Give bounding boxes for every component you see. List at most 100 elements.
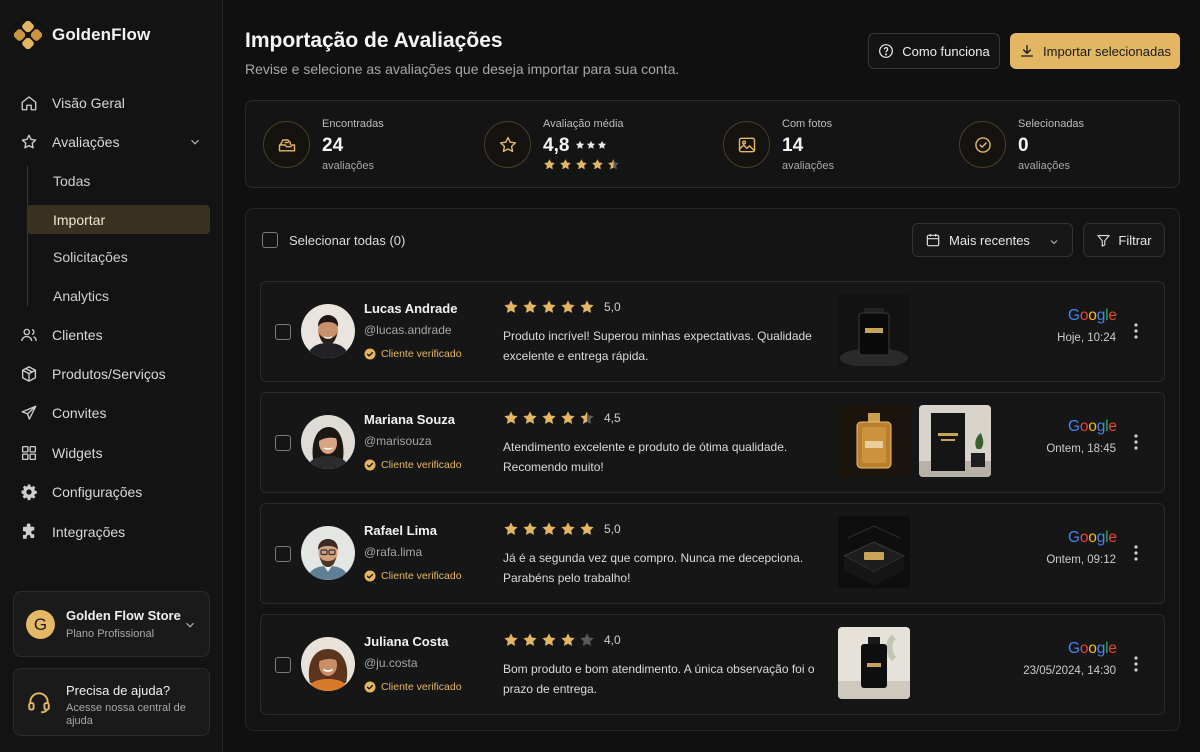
send-icon (20, 404, 38, 422)
verified-badge: Cliente verificado (364, 570, 462, 582)
rating-score: 4,5 (604, 411, 621, 425)
star-icon (579, 632, 595, 648)
star-icon (503, 521, 519, 537)
stat-unit: avaliações (322, 160, 374, 172)
more-options-icon[interactable] (1134, 323, 1138, 339)
sidebar-item-widgets[interactable]: Widgets (12, 438, 210, 468)
download-icon (1019, 43, 1035, 59)
sidebar-item-label: Configurações (52, 484, 143, 500)
verified-label: Cliente verificado (381, 570, 462, 582)
import-selected-button[interactable]: Importar selecionadas (1010, 33, 1180, 69)
sidebar-item-label: Clientes (52, 327, 103, 343)
star-icon (20, 133, 38, 151)
review-photo[interactable] (838, 627, 910, 699)
reviewer-handle: @lucas.andrade (364, 323, 452, 337)
sidebar-item-visao-geral[interactable]: Visão Geral (12, 88, 210, 118)
chevron-down-icon (1048, 236, 1060, 248)
sidebar-item-configuracoes[interactable]: Configurações (12, 477, 210, 507)
stats-bar: Encontradas 24 avaliações Avaliação médi… (245, 100, 1180, 188)
review-checkbox[interactable] (275, 435, 291, 451)
star-icon (541, 299, 557, 315)
more-options-icon[interactable] (1134, 656, 1138, 672)
verified-label: Cliente verificado (381, 348, 462, 360)
star-icon (503, 410, 519, 426)
sort-dropdown[interactable]: Mais recentes (912, 223, 1073, 257)
stars (503, 410, 595, 426)
store-avatar: G (26, 610, 55, 639)
sidebar: GoldenFlow Visão Geral Avaliações Todas … (0, 0, 223, 752)
sidebar-item-integracoes[interactable]: Integrações (12, 517, 210, 547)
reviewer-name: Mariana Souza (364, 412, 456, 427)
sidebar-item-label: Integrações (52, 524, 126, 540)
sidebar-item-label: Visão Geral (52, 95, 125, 111)
sidebar-item-label: Avaliações (52, 134, 120, 150)
sidebar-item-label: Widgets (52, 445, 103, 461)
stat-label: Selecionadas (1018, 118, 1085, 130)
more-options-icon[interactable] (1134, 434, 1138, 450)
star-icon (560, 299, 576, 315)
stat-value: 0 (1018, 135, 1029, 156)
grid-icon (20, 444, 38, 462)
sidebar-item-clientes[interactable]: Clientes (12, 320, 210, 350)
filter-button[interactable]: Filtrar (1083, 223, 1165, 257)
sidebar-item-avaliacoes[interactable]: Avaliações (12, 127, 210, 157)
chevron-down-icon[interactable] (188, 135, 202, 149)
avatar (301, 637, 355, 691)
review-photo[interactable] (838, 294, 910, 366)
brand[interactable]: GoldenFlow (14, 21, 150, 49)
verified-label: Cliente verificado (381, 459, 462, 471)
star-icon (541, 410, 557, 426)
sidebar-subitem-importar[interactable]: Importar (27, 205, 210, 234)
sidebar-subitem-label: Todas (53, 172, 91, 189)
review-checkbox[interactable] (275, 324, 291, 340)
sidebar-subitem-label: Importar (53, 211, 106, 228)
review-photo[interactable] (838, 516, 910, 588)
sidebar-item-convites[interactable]: Convites (12, 398, 210, 428)
sidebar-subitem-label: Analytics (53, 287, 110, 304)
rating-stars: 4,5 (503, 410, 621, 426)
star-icon (560, 410, 576, 426)
sidebar-item-produtos[interactable]: Produtos/Serviços (12, 359, 210, 389)
review-row[interactable]: Mariana Souza @marisouza Cliente verific… (260, 392, 1165, 493)
star-icon (607, 158, 620, 171)
check-badge-icon (364, 681, 376, 693)
check-circle-icon (959, 121, 1006, 168)
review-checkbox[interactable] (275, 657, 291, 673)
how-it-works-button[interactable]: Como funciona (868, 33, 1000, 69)
store-switcher[interactable]: G Golden Flow Store Plano Profissional (13, 591, 210, 657)
verified-label: Cliente verificado (381, 681, 462, 693)
google-logo-icon: Google (1068, 418, 1117, 435)
star-icon (559, 158, 572, 171)
star-icon (522, 521, 538, 537)
more-options-icon[interactable] (1134, 545, 1138, 561)
gear-icon (20, 483, 38, 501)
sidebar-subitem-todas[interactable]: Todas (27, 166, 210, 195)
sidebar-subitem-analytics[interactable]: Analytics (27, 281, 210, 310)
reviewer-name: Juliana Costa (364, 634, 449, 649)
check-badge-icon (364, 459, 376, 471)
review-photo[interactable] (838, 405, 910, 477)
review-checkbox[interactable] (275, 546, 291, 562)
puzzle-icon (20, 523, 38, 541)
star-icon (560, 521, 576, 537)
select-all-checkbox[interactable] (262, 232, 278, 248)
help-card[interactable]: Precisa de ajuda? Acesse nossa central d… (13, 668, 210, 736)
star-icon (579, 299, 595, 315)
chevron-down-icon (183, 618, 197, 632)
review-row[interactable]: Juliana Costa @ju.costa Cliente verifica… (260, 614, 1165, 715)
reviewer-name: Rafael Lima (364, 523, 437, 538)
check-badge-icon (364, 570, 376, 582)
review-photo[interactable] (919, 405, 991, 477)
store-plan: Plano Profissional (66, 628, 155, 640)
review-row[interactable]: Rafael Lima @rafa.lima Cliente verificad… (260, 503, 1165, 604)
reviewer-handle: @ju.costa (364, 656, 418, 670)
sidebar-subitem-solicitacoes[interactable]: Solicitações (27, 242, 210, 271)
reviewer-handle: @marisouza (364, 434, 432, 448)
found-icon (263, 121, 310, 168)
avatar (301, 304, 355, 358)
select-all[interactable]: Selecionar todas (0) (262, 232, 405, 248)
review-row[interactable]: Lucas Andrade @lucas.andrade Cliente ver… (260, 281, 1165, 382)
how-it-works-label: Como funciona (902, 43, 990, 59)
google-logo-icon: Google (1068, 529, 1117, 546)
star-icon (543, 158, 556, 171)
